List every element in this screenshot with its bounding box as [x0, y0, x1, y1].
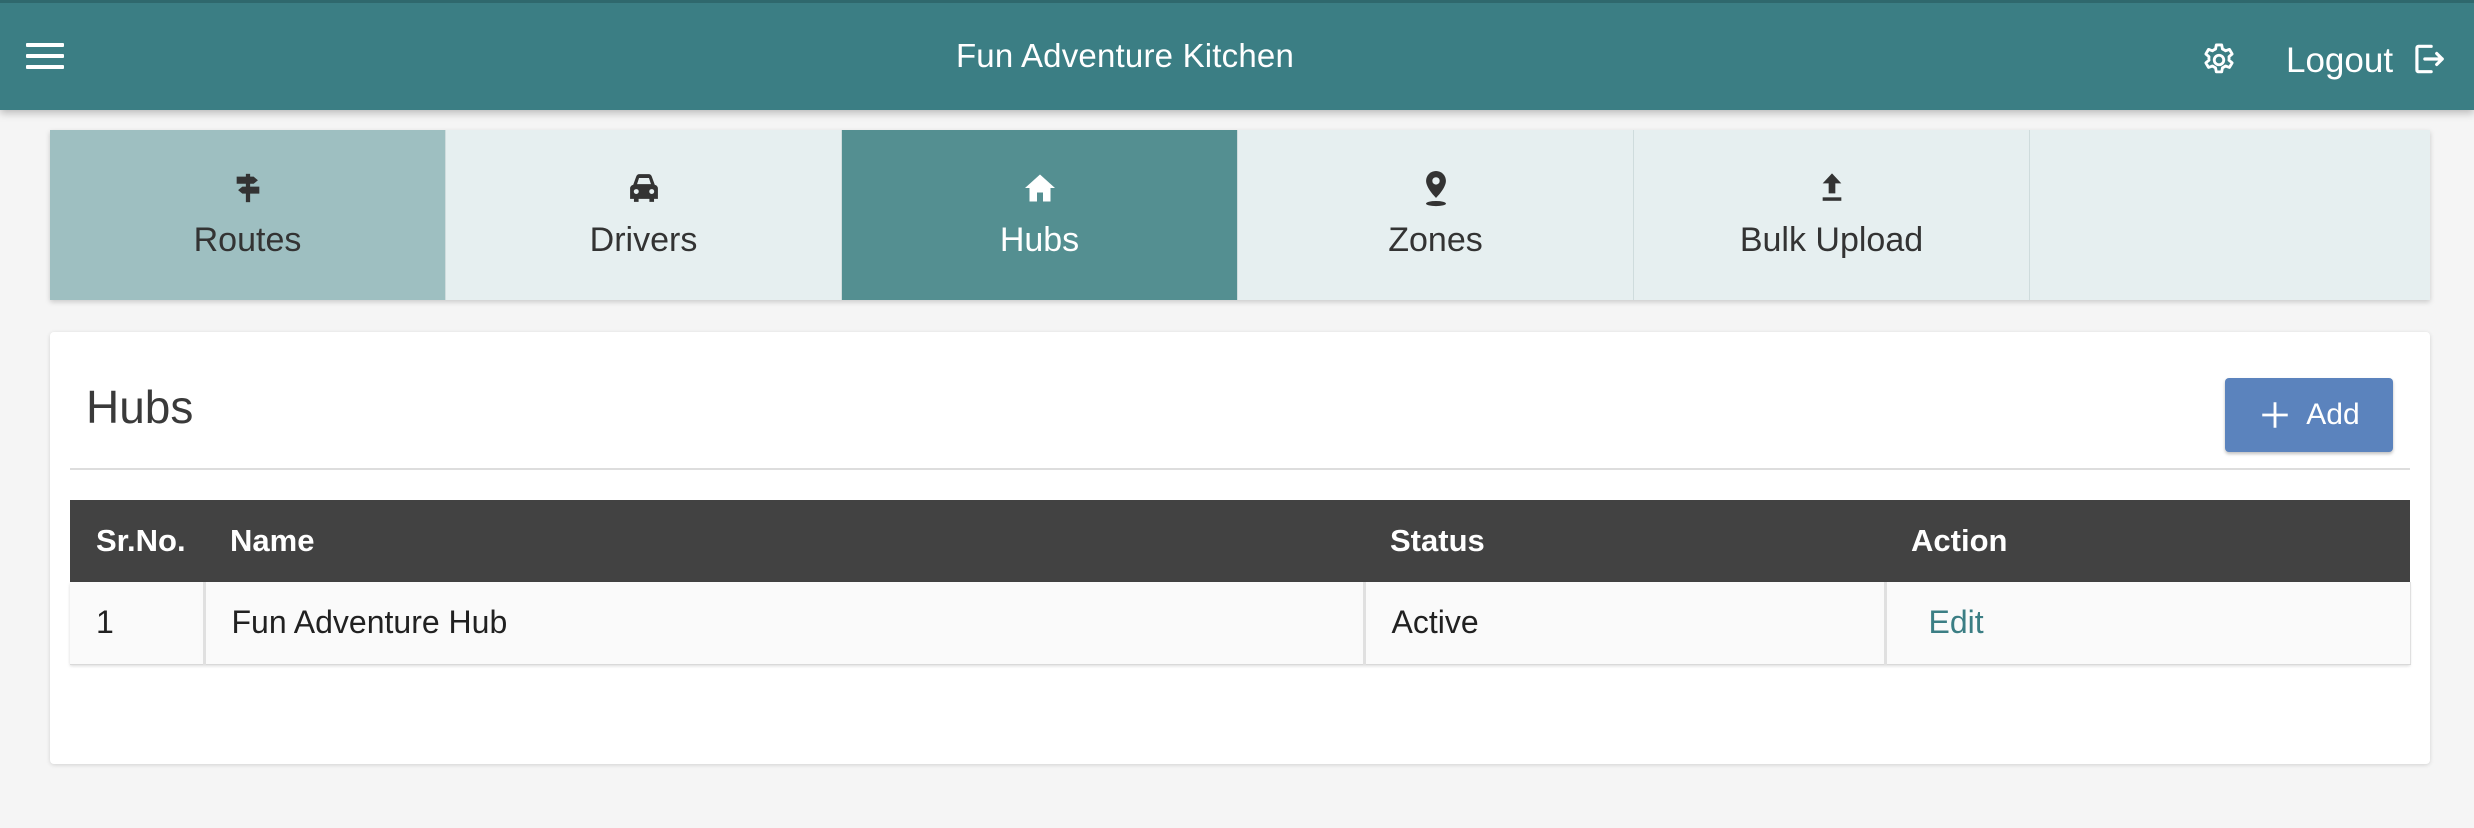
location-pin-icon [1419, 168, 1453, 208]
home-icon [1022, 168, 1058, 208]
tab-label-zones: Zones [1388, 221, 1483, 259]
column-header-sr-no: Sr.No. [96, 523, 186, 558]
hubs-card: Hubs Add Sr.No. Name Status Action 1 Fun… [50, 332, 2430, 764]
upload-icon [1816, 168, 1848, 208]
tab-bulk-upload[interactable]: Bulk Upload [1634, 130, 2030, 300]
table-header-row: Sr.No. Name Status Action [70, 500, 2410, 582]
column-header-action: Action [1911, 523, 2008, 558]
tab-zones[interactable]: Zones [1238, 130, 1634, 300]
cell-action: Edit [1885, 582, 2411, 665]
edit-link[interactable]: Edit [1929, 604, 1984, 640]
signpost-icon [231, 168, 265, 208]
table-row: 1 Fun Adventure Hub Active Edit [70, 582, 2411, 665]
logout-button[interactable]: Logout [2286, 37, 2447, 85]
top-app-bar: Fun Adventure Kitchen Logout [0, 0, 2474, 110]
tab-label-routes: Routes [193, 221, 302, 259]
tab-hubs[interactable]: Hubs [842, 130, 1238, 300]
car-icon [625, 168, 663, 208]
column-header-status: Status [1390, 523, 1485, 558]
column-header-name: Name [230, 523, 315, 558]
tab-label-bulk-upload: Bulk Upload [1739, 221, 1924, 259]
tab-routes[interactable]: Routes [50, 130, 446, 300]
tab-bar-filler [2030, 130, 2430, 300]
page-title: Hubs [86, 381, 194, 433]
tab-label-drivers: Drivers [589, 221, 698, 259]
tab-drivers[interactable]: Drivers [446, 130, 842, 300]
cell-name: Fun Adventure Hub [204, 582, 1366, 665]
header-divider [70, 468, 2410, 470]
navigation-tabs: Routes Drivers Hubs Zones Bulk Upload [50, 130, 2430, 300]
logout-label: Logout [2286, 41, 2394, 80]
add-button-label: Add [2306, 398, 2360, 431]
hubs-table: Sr.No. Name Status Action 1 Fun Adventur… [70, 500, 2411, 665]
plus-icon [2258, 398, 2292, 432]
cell-sr-no: 1 [70, 582, 206, 665]
cell-status: Active [1364, 582, 1887, 665]
tab-label-hubs: Hubs [999, 221, 1080, 259]
logout-icon [2409, 39, 2447, 84]
app-title: Fun Adventure Kitchen [955, 37, 1295, 74]
gear-icon[interactable] [2200, 41, 2238, 79]
add-hub-button[interactable]: Add [2225, 378, 2393, 452]
